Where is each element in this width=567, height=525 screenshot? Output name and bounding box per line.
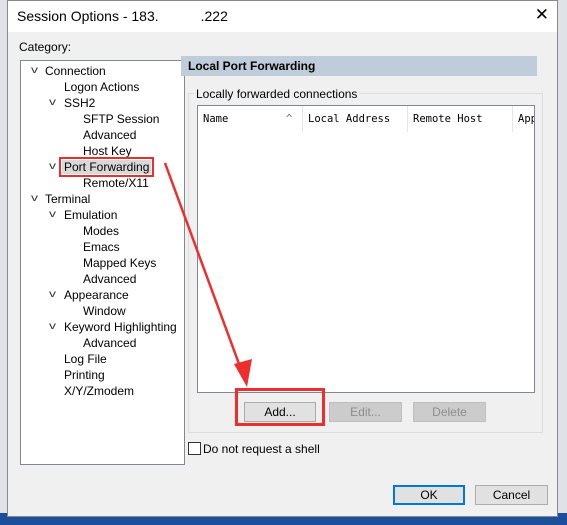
chevron-down-icon[interactable]: v bbox=[49, 207, 63, 223]
tree-item[interactable]: SSH2 bbox=[64, 95, 95, 111]
tree-item[interactable]: Emulation bbox=[64, 207, 117, 223]
category-label: Category: bbox=[19, 40, 72, 54]
tree-item-label: Logon Actions bbox=[64, 80, 140, 94]
tree-item[interactable]: Advanced bbox=[83, 127, 136, 143]
tree-item-label: Advanced bbox=[83, 336, 137, 350]
tree-item[interactable]: Remote/X11 bbox=[83, 175, 149, 191]
tree-item-label: SFTP Session bbox=[83, 112, 160, 126]
tree-item[interactable]: Advanced bbox=[83, 335, 136, 351]
annotation-highlight-box bbox=[235, 388, 325, 426]
cancel-button[interactable]: Cancel bbox=[475, 485, 548, 505]
tree-item[interactable]: Connection bbox=[45, 63, 106, 79]
tree-item-label: Log File bbox=[64, 352, 107, 366]
tree-item[interactable]: Log File bbox=[64, 351, 107, 367]
ok-button[interactable]: OK bbox=[393, 485, 465, 505]
tree-item[interactable]: Window bbox=[83, 303, 126, 319]
group-label: Locally forwarded connections bbox=[194, 87, 360, 101]
tree-item-label: Appearance bbox=[64, 288, 129, 302]
close-icon[interactable]: ✕ bbox=[535, 5, 549, 25]
session-options-dialog: Session Options - 183. .222 ✕ Category: … bbox=[7, 0, 558, 517]
title-bar: Session Options - 183. .222 ✕ bbox=[8, 1, 557, 32]
sort-ascending-icon: ^ bbox=[286, 113, 293, 125]
chevron-down-icon[interactable]: v bbox=[31, 63, 45, 79]
tree-item-label: Modes bbox=[83, 224, 120, 238]
tree-item[interactable]: Advanced bbox=[83, 271, 136, 287]
no-shell-label: Do not request a shell bbox=[203, 442, 320, 456]
tree-item-label: Emulation bbox=[64, 208, 118, 222]
chevron-down-icon[interactable]: v bbox=[49, 159, 63, 175]
tree-item-label: Connection bbox=[45, 64, 106, 78]
chevron-down-icon[interactable]: v bbox=[49, 95, 63, 111]
tree-item[interactable]: Port Forwarding bbox=[58, 157, 155, 177]
no-shell-checkbox[interactable] bbox=[188, 442, 201, 455]
tree-item[interactable]: Host Key bbox=[83, 143, 132, 159]
tree-item-label: Emacs bbox=[83, 240, 120, 254]
edit-button[interactable]: Edit... bbox=[329, 402, 402, 422]
column-header-app[interactable]: App bbox=[513, 106, 534, 132]
tree-item-label: Port Forwarding bbox=[58, 157, 155, 177]
tree-item[interactable]: Keyword Highlighting bbox=[64, 319, 177, 335]
chevron-down-icon[interactable]: v bbox=[31, 191, 45, 207]
tree-item[interactable]: SFTP Session bbox=[83, 111, 159, 127]
tree-item-label: Advanced bbox=[83, 128, 137, 142]
tree-item-label: X/Y/Zmodem bbox=[64, 384, 135, 398]
delete-button[interactable]: Delete bbox=[413, 402, 486, 422]
tree-item-label: Window bbox=[83, 304, 126, 318]
category-tree[interactable]: Connection v Logon Actions SSH2 v SFTP Sessio… bbox=[20, 60, 185, 465]
tree-item[interactable]: X/Y/Zmodem bbox=[64, 383, 134, 399]
chevron-down-icon[interactable]: v bbox=[49, 287, 63, 303]
tree-item[interactable]: Mapped Keys bbox=[83, 255, 156, 271]
tree-item[interactable]: Appearance bbox=[64, 287, 129, 303]
window-title: Session Options - 183. .222 bbox=[17, 8, 228, 24]
tree-item-label: Printing bbox=[64, 368, 105, 382]
chevron-down-icon[interactable]: v bbox=[49, 319, 63, 335]
tree-item[interactable]: Emacs bbox=[83, 239, 120, 255]
tree-item-label: Advanced bbox=[83, 272, 137, 286]
tree-item[interactable]: Modes bbox=[83, 223, 119, 239]
column-header-remote-host[interactable]: Remote Host bbox=[408, 106, 513, 132]
tree-item[interactable]: Printing bbox=[64, 367, 105, 383]
tree-item-label: Keyword Highlighting bbox=[64, 320, 177, 334]
column-header-local-address[interactable]: Local Address bbox=[303, 106, 408, 132]
tree-item-label: Remote/X11 bbox=[83, 176, 149, 190]
tree-item-label: Terminal bbox=[45, 192, 91, 206]
tree-item-label: Mapped Keys bbox=[83, 256, 157, 270]
tree-item[interactable]: Logon Actions bbox=[64, 79, 139, 95]
column-name-label: Name bbox=[203, 113, 229, 125]
tree-item-label: SSH2 bbox=[64, 96, 96, 110]
tree-item-label: Host Key bbox=[83, 144, 132, 158]
tree-item[interactable]: Terminal bbox=[45, 191, 90, 207]
panel-header: Local Port Forwarding bbox=[181, 56, 537, 76]
forwarded-connections-list[interactable]: Name ^ Local Address Remote Host App bbox=[197, 105, 535, 393]
column-header-name[interactable]: Name ^ bbox=[198, 106, 303, 132]
